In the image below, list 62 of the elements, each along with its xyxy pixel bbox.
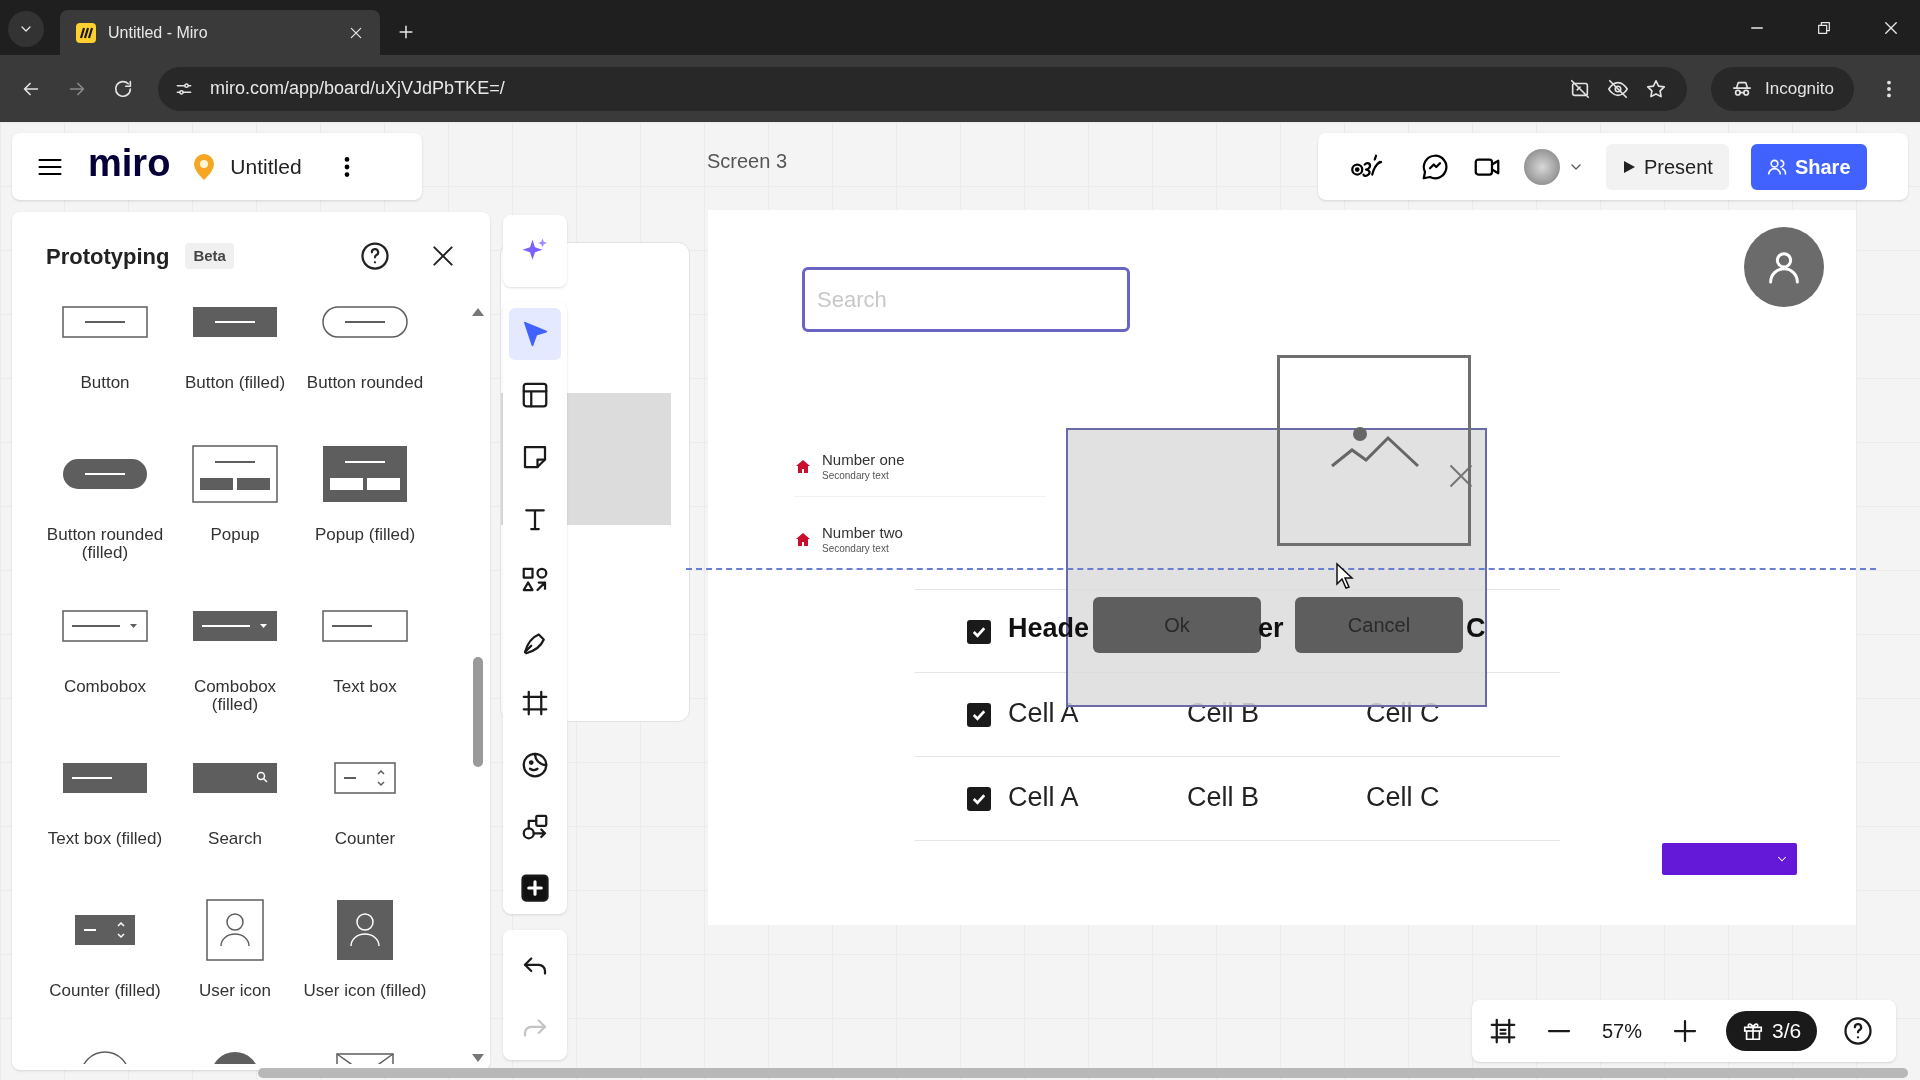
widget-label: Combobox (filled) (192, 678, 278, 714)
table-cell: Cell B (1187, 784, 1260, 811)
widget-thumbnail-icon[interactable] (190, 442, 280, 506)
mouse-cursor-icon (1335, 562, 1355, 590)
scroll-down-icon[interactable] (472, 1054, 484, 1062)
present-button[interactable]: Present (1606, 143, 1729, 190)
tab-list-button[interactable] (8, 11, 44, 47)
widget-label: Button (79, 374, 131, 392)
widget-label: Text box (filled) (46, 830, 164, 848)
share-button[interactable]: Share (1750, 143, 1867, 190)
zoom-level[interactable]: 57% (1600, 1016, 1644, 1046)
location-pin-icon (194, 153, 215, 180)
play-icon (1622, 159, 1636, 174)
close-icon[interactable] (1882, 19, 1900, 37)
list-item-title: Number one (822, 450, 905, 470)
incognito-button[interactable]: Incognito (1711, 66, 1854, 111)
widget-label: Text box (332, 678, 398, 696)
widget-label: User icon (198, 982, 272, 1000)
panel-title: Prototyping (46, 242, 170, 271)
checkbox[interactable] (967, 787, 991, 811)
widget-label: Button (filled) (183, 374, 287, 392)
widget-label: Popup (filled) (313, 526, 417, 544)
help-icon[interactable] (1843, 1016, 1874, 1046)
fit-frame-icon[interactable] (1488, 1016, 1518, 1046)
widget-label: Button rounded (filled) (45, 526, 165, 562)
beta-badge: Beta (185, 242, 234, 270)
widget-label: Search (207, 830, 263, 848)
eye-off-icon[interactable] (1607, 77, 1629, 100)
gift-counter-button[interactable]: 3/6 (1726, 1011, 1818, 1051)
url-text: miro.com/app/board/uXjVJdPbTKE=/ (210, 77, 506, 100)
restore-icon[interactable] (1816, 20, 1832, 36)
list-item-subtitle: Secondary text (822, 469, 890, 483)
widget-label: Combobox (62, 678, 148, 696)
browser-tab[interactable]: Untitled - Miro (60, 10, 380, 55)
checkbox[interactable] (967, 703, 991, 727)
scroll-up-icon[interactable] (472, 308, 484, 316)
table-cell: Cell A (1008, 784, 1079, 811)
camera-off-icon[interactable] (1569, 77, 1591, 100)
address-field[interactable]: miro.com/app/board/uXjVJdPbTKE=/ (158, 66, 1687, 111)
close-icon[interactable] (430, 243, 456, 269)
widget-label: Button rounded (305, 374, 425, 392)
table-cell: Cell C (1366, 784, 1440, 811)
widget-label: Popup (209, 526, 261, 544)
plus-icon (520, 873, 550, 904)
board-name[interactable]: Untitled (230, 150, 302, 183)
app-favicon-icon (76, 22, 96, 43)
home-icon (796, 533, 810, 546)
list-item-subtitle: Secondary text (822, 542, 890, 556)
gift-icon (1742, 1020, 1764, 1042)
scrollbar-thumb[interactable] (473, 657, 483, 767)
checkbox[interactable] (967, 620, 991, 644)
list-item-title: Number two (822, 523, 903, 543)
horizontal-scrollbar[interactable] (258, 1068, 1908, 1078)
widget-label: User icon (filled) (302, 982, 428, 1000)
widget-label: Counter (333, 830, 397, 848)
star-icon[interactable] (1645, 77, 1667, 100)
help-icon[interactable] (360, 241, 390, 271)
frame-title: Screen 3 (707, 149, 788, 174)
app-logo: miro (88, 143, 171, 182)
column-header: C (1466, 615, 1486, 642)
home-icon (796, 460, 810, 473)
widget-label: Counter (filled) (48, 982, 162, 1000)
